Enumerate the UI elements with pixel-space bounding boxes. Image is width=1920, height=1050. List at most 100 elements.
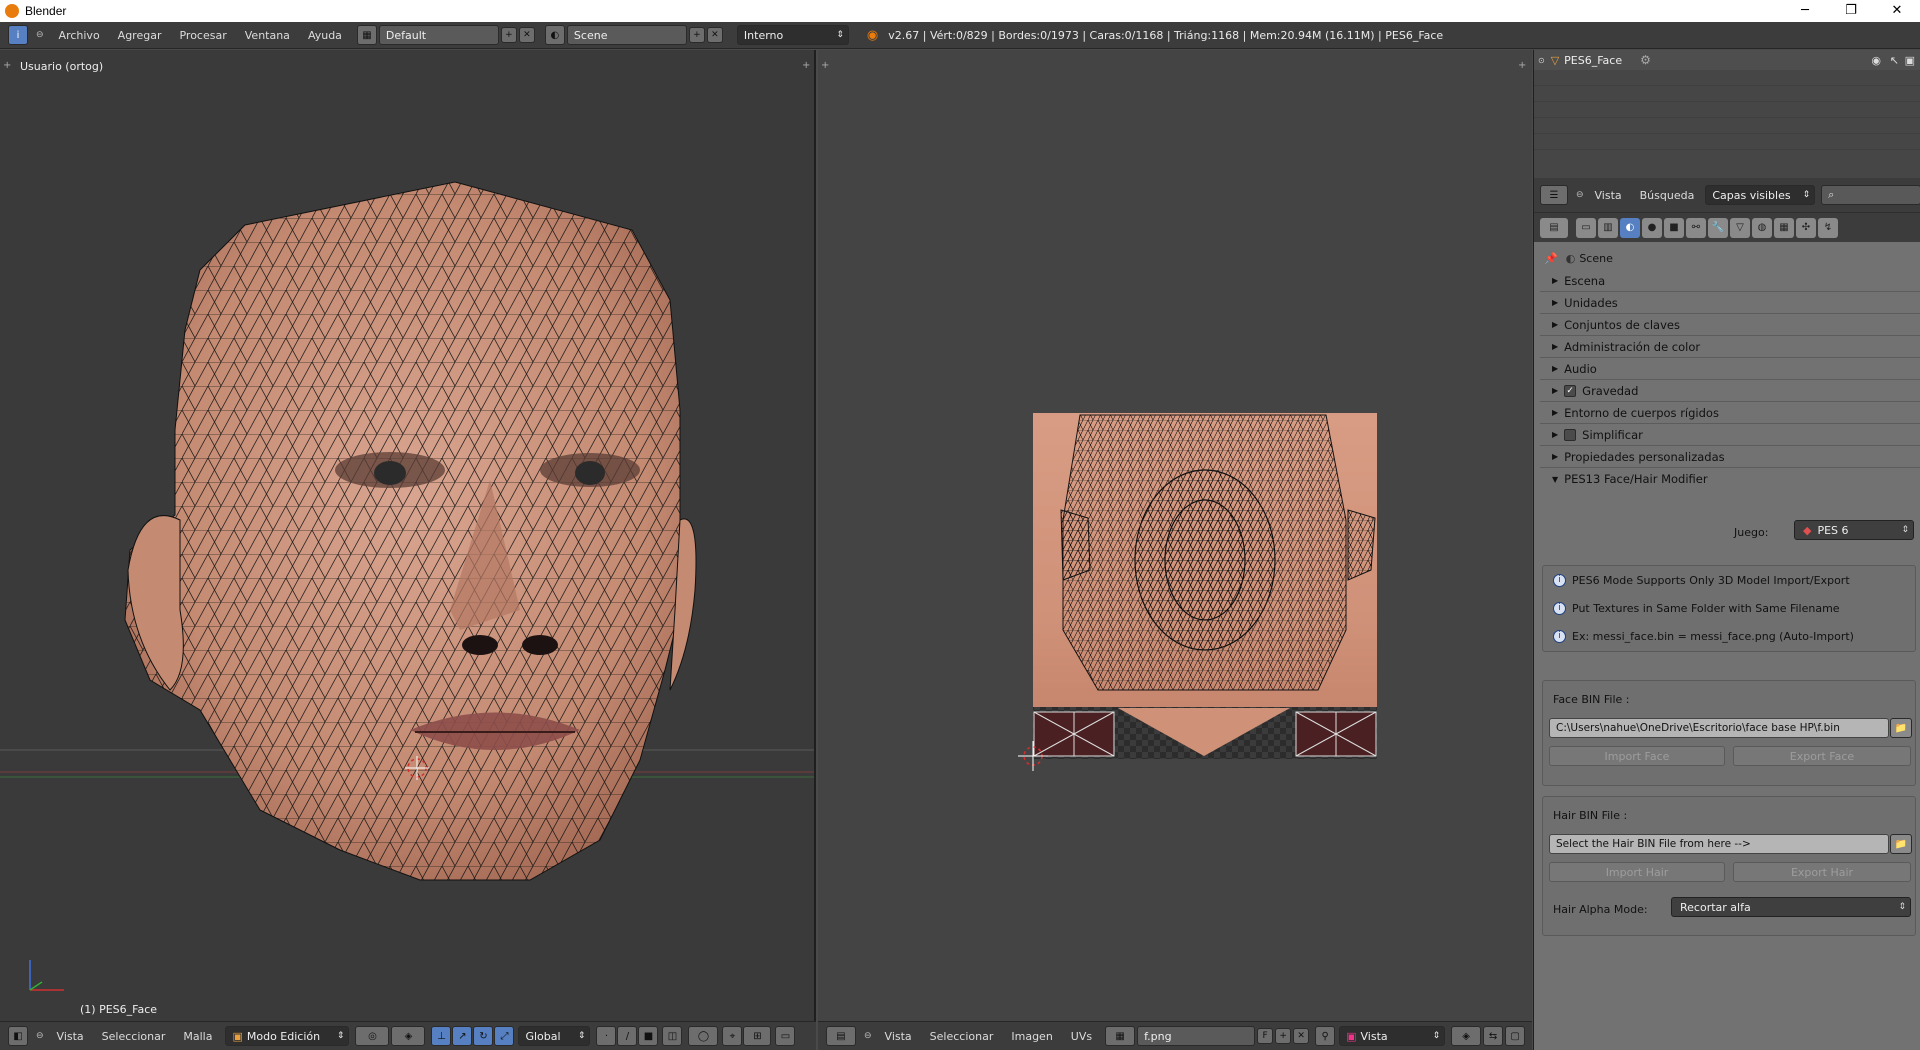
game-dropdown[interactable]: ◆ PES 6 — [1794, 520, 1914, 540]
modifiers-tab-icon[interactable]: 🔧 — [1708, 217, 1728, 238]
menu-imagen[interactable]: Imagen — [1002, 1030, 1061, 1043]
screen-layout-field[interactable]: Default — [378, 25, 499, 45]
sync-selection-icon[interactable]: ⇆ — [1483, 1026, 1504, 1046]
snap-toggle-icon[interactable]: ⌖ — [722, 1026, 743, 1046]
menu-archivo[interactable]: Archivo — [50, 29, 109, 42]
visibility-eye-icon[interactable]: ◉ — [1871, 54, 1881, 67]
particles-tab-icon[interactable]: ✣ — [1796, 217, 1816, 238]
face-file-browse-icon[interactable]: 📁 — [1890, 718, 1912, 738]
add-screen-icon[interactable]: + — [500, 27, 517, 43]
panel-entorno-cuerpos-rigidos[interactable]: ▶ Entorno de cuerpos rígidos — [1540, 402, 1920, 424]
import-face-button[interactable]: Import Face — [1549, 746, 1725, 766]
export-hair-button[interactable]: Export Hair — [1733, 862, 1911, 882]
maximize-button[interactable]: ❐ — [1828, 0, 1874, 22]
editor-type-3d-icon[interactable]: ◧ — [8, 1026, 28, 1046]
new-image-icon[interactable]: + — [1275, 1028, 1292, 1044]
menu-vista-3d[interactable]: Vista — [48, 1030, 93, 1043]
collapse-menu-icon[interactable]: ⊖ — [1576, 190, 1584, 200]
panel-unidades[interactable]: ▶ Unidades — [1540, 292, 1920, 314]
screen-layout-icon[interactable]: ▦ — [356, 25, 377, 45]
simplificar-checkbox[interactable] — [1564, 428, 1577, 441]
editor-type-image-icon[interactable]: ▤ — [826, 1026, 856, 1046]
menu-ventana[interactable]: Ventana — [236, 29, 299, 42]
pivot-point-icon[interactable]: ◈ — [391, 1026, 426, 1046]
mode-dropdown[interactable]: ▣ Modo Edición ⇕ — [225, 1026, 350, 1046]
material-tab-icon[interactable]: ◍ — [1752, 217, 1772, 238]
panel-simplificar[interactable]: ▶ Simplificar — [1540, 424, 1920, 446]
hair-alpha-dropdown[interactable]: Recortar alfa — [1671, 897, 1911, 917]
collapse-menu-icon[interactable]: ⊖ — [864, 1031, 872, 1041]
unlink-image-icon[interactable]: ✕ — [1293, 1028, 1310, 1044]
menu-busqueda[interactable]: Búsqueda — [1631, 189, 1704, 202]
menu-uvs[interactable]: UVs — [1062, 1030, 1101, 1043]
menu-ayuda[interactable]: Ayuda — [299, 29, 351, 42]
proportional-edit-icon[interactable]: ◯ — [688, 1026, 719, 1046]
pin-image-icon[interactable]: ⚲ — [1315, 1026, 1336, 1046]
remove-scene-icon[interactable]: ✕ — [706, 27, 723, 43]
data-tab-icon[interactable]: ▽ — [1730, 217, 1750, 238]
export-face-button[interactable]: Export Face — [1733, 746, 1911, 766]
close-button[interactable]: ✕ — [1874, 0, 1920, 22]
hair-bin-path-field[interactable]: Select the Hair BIN File from here --> — [1549, 834, 1889, 854]
physics-tab-icon[interactable]: ↯ — [1818, 217, 1838, 238]
viewport-shading-icon[interactable]: ◎ — [355, 1026, 390, 1046]
outliner-object-name[interactable]: PES6_Face — [1564, 54, 1622, 67]
add-scene-icon[interactable]: + — [688, 27, 705, 43]
constraints-tab-icon[interactable]: ⚯ — [1686, 217, 1706, 238]
panel-gravedad[interactable]: ▶ ✓ Gravedad — [1540, 380, 1920, 402]
menu-procesar[interactable]: Procesar — [170, 29, 235, 42]
display-filter-dropdown[interactable]: Capas visibles ⇕ — [1705, 185, 1816, 205]
render-camera-icon[interactable]: ▣ — [1905, 54, 1915, 67]
selectability-cursor-icon[interactable]: ↖ — [1890, 54, 1899, 67]
pivot-uv-icon[interactable]: ◈ — [1451, 1026, 1482, 1046]
image-name-field[interactable]: f.png — [1137, 1026, 1256, 1046]
collapse-menu-icon[interactable]: ⊖ — [36, 1031, 44, 1041]
outliner-search-input[interactable]: ⌕ — [1821, 185, 1920, 205]
browse-image-icon[interactable]: ▦ — [1105, 1026, 1136, 1046]
editor-type-properties-icon[interactable]: ▤ — [1540, 217, 1568, 238]
render-tab-icon[interactable]: ▭ — [1576, 217, 1596, 238]
panel-administracion-de-color[interactable]: ▶ Administración de color — [1540, 336, 1920, 358]
view-mode-dropdown[interactable]: ▣ Vista ⇕ — [1339, 1026, 1446, 1046]
uv-image-editor[interactable]: + + — [818, 50, 1532, 1021]
face-bin-path-field[interactable]: C:\Users\nahue\OneDrive\Escritorio\face … — [1549, 718, 1889, 738]
manipulator-toggle-icon[interactable]: ⊥ — [431, 1026, 452, 1046]
scene-tab-icon[interactable]: ◐ — [1620, 217, 1640, 238]
object-tab-icon[interactable]: ■ — [1664, 217, 1684, 238]
edge-select-icon[interactable]: / — [617, 1026, 638, 1046]
fake-user-button[interactable]: F — [1257, 1028, 1274, 1044]
limit-selection-icon[interactable]: ◫ — [662, 1026, 683, 1046]
collapse-menu-icon[interactable]: ⊖ — [36, 30, 44, 40]
menu-seleccionar-3d[interactable]: Seleccionar — [93, 1030, 175, 1043]
remove-screen-icon[interactable]: ✕ — [518, 27, 535, 43]
panel-audio[interactable]: ▶ Audio — [1540, 358, 1920, 380]
panel-propiedades-personalizadas[interactable]: ▶ Propiedades personalizadas — [1540, 446, 1920, 468]
panel-escena[interactable]: ▶ Escena — [1540, 270, 1920, 292]
texture-tab-icon[interactable]: ▦ — [1774, 217, 1794, 238]
vertex-select-icon[interactable]: · — [596, 1026, 617, 1046]
menu-malla[interactable]: Malla — [174, 1030, 221, 1043]
pin-icon[interactable]: 📌 — [1544, 252, 1558, 265]
translate-manipulator-icon[interactable]: ↗ — [452, 1026, 473, 1046]
minimize-button[interactable]: ─ — [1782, 0, 1828, 22]
menu-agregar[interactable]: Agregar — [109, 29, 171, 42]
panel-pes13-modifier[interactable]: ▼ PES13 Face/Hair Modifier — [1540, 468, 1920, 490]
expand-triangle-icon[interactable]: ⊙ — [1538, 56, 1545, 65]
face-select-icon[interactable]: ■ — [638, 1026, 659, 1046]
panel-conjuntos-de-claves[interactable]: ▶ Conjuntos de claves — [1540, 314, 1920, 336]
render-engine-dropdown[interactable]: Interno ⇕ — [736, 25, 849, 45]
opengl-render-icon[interactable]: ▭ — [775, 1026, 796, 1046]
orientation-dropdown[interactable]: Global ⇕ — [518, 1026, 591, 1046]
menu-vista-outliner[interactable]: Vista — [1586, 189, 1631, 202]
gravedad-checkbox[interactable]: ✓ — [1564, 384, 1577, 397]
scene-field[interactable]: Scene — [566, 25, 687, 45]
scene-icon[interactable]: ◐ — [544, 25, 565, 45]
outliner[interactable]: ⊙ ▽ PES6_Face ⚙ ◉ ↖ ▣ — [1534, 50, 1920, 178]
render-layers-tab-icon[interactable]: ▥ — [1598, 217, 1618, 238]
scale-manipulator-icon[interactable]: ⤢ — [494, 1026, 515, 1046]
world-tab-icon[interactable]: ● — [1642, 217, 1662, 238]
snap-element-icon[interactable]: ⊞ — [743, 1026, 772, 1046]
menu-vista-uv[interactable]: Vista — [876, 1030, 921, 1043]
import-hair-button[interactable]: Import Hair — [1549, 862, 1725, 882]
menu-seleccionar-uv[interactable]: Seleccionar — [921, 1030, 1003, 1043]
